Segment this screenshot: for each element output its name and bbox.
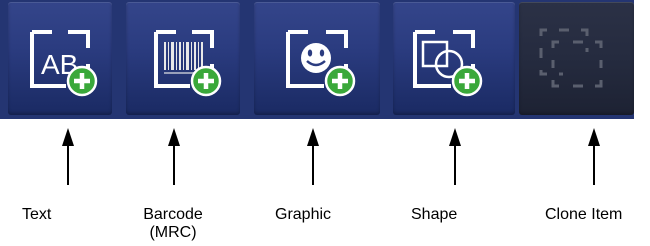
arrow-graphic [307, 128, 319, 185]
caption-barcode-label: Barcode [143, 206, 203, 223]
arrow-clone [588, 128, 600, 185]
caption-barcode-sublabel: (MRC) [149, 224, 197, 241]
caption-text: Text [22, 206, 52, 223]
arrow-text [62, 128, 74, 185]
caption-clone-item: Clone Item [545, 206, 623, 223]
caption-graphic: Graphic [275, 206, 332, 223]
arrow-barcode [168, 128, 180, 185]
annotated-toolbar-figure: AB Text Barcode (MRC) Graphic Shape Clon… [0, 0, 650, 246]
caption-barcode: Barcode (MRC) [121, 206, 225, 242]
arrow-shape [449, 128, 461, 185]
caption-shape: Shape [411, 206, 458, 223]
